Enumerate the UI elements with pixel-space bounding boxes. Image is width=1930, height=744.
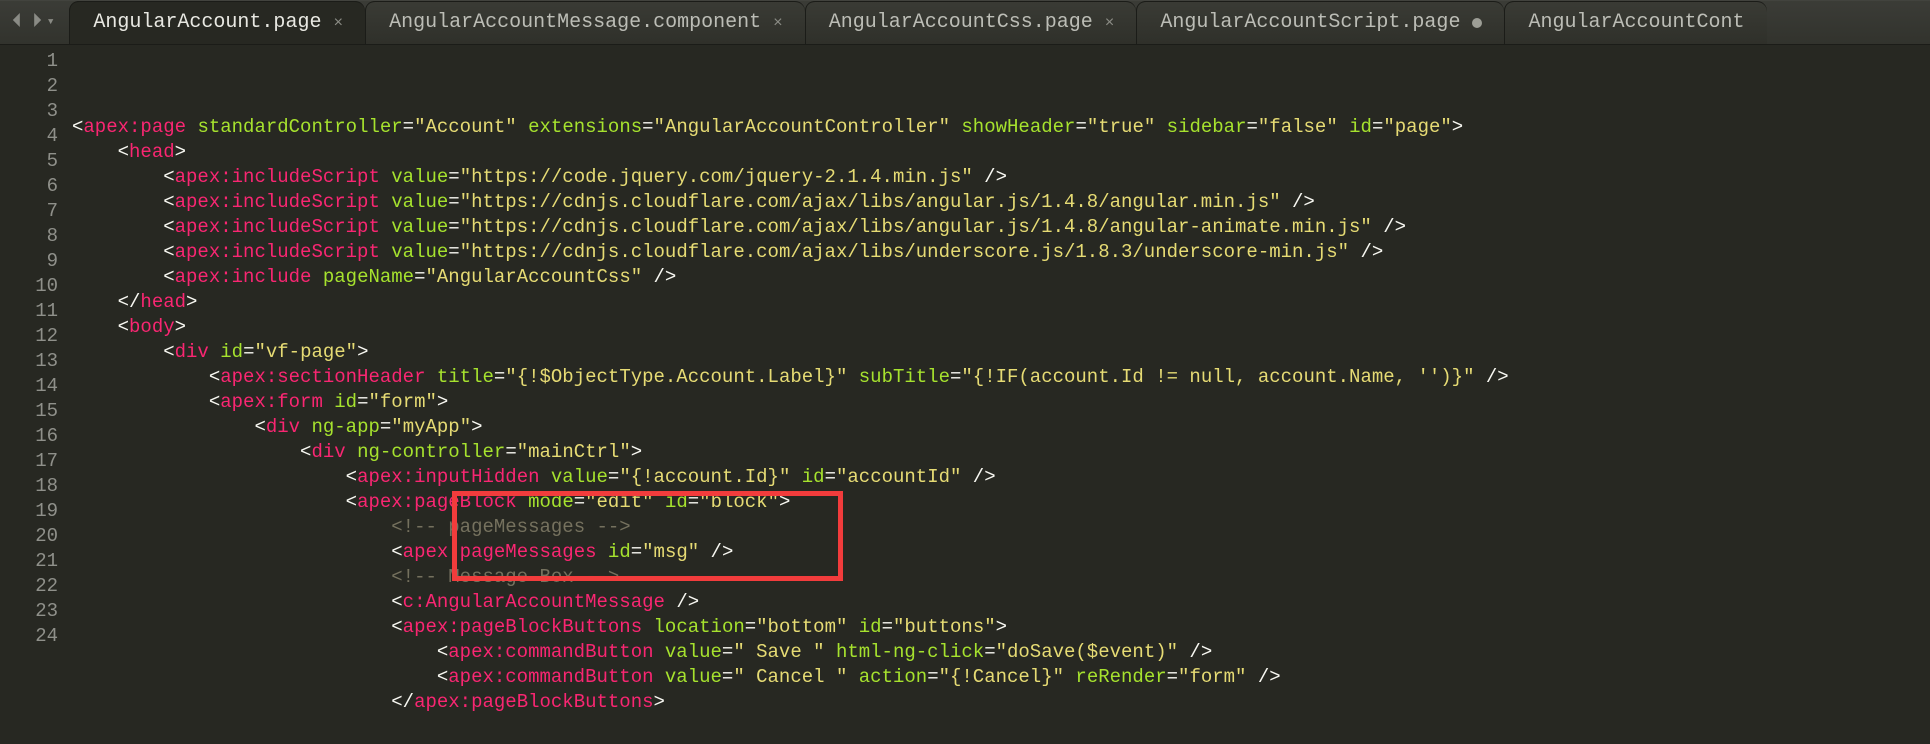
line-number: 20 — [0, 524, 58, 549]
line-number: 9 — [0, 249, 58, 274]
line-number: 24 — [0, 624, 58, 649]
history-nav: ▼ — [0, 0, 67, 44]
code-editor[interactable]: 123456789101112131415161718192021222324 … — [0, 45, 1930, 744]
close-icon[interactable]: × — [333, 14, 343, 32]
line-number-gutter: 123456789101112131415161718192021222324 — [0, 45, 72, 744]
line-number: 7 — [0, 199, 58, 224]
line-number: 16 — [0, 424, 58, 449]
line-number: 6 — [0, 174, 58, 199]
code-line: <div id="vf-page"> — [72, 340, 1930, 365]
line-number: 17 — [0, 449, 58, 474]
code-line: <!-- Message Box --> — [72, 565, 1930, 590]
tab-angular-account-css-page[interactable]: AngularAccountCss.page × — [805, 1, 1137, 44]
code-line: <apex:includeScript value="https://cdnjs… — [72, 190, 1930, 215]
line-number: 21 — [0, 549, 58, 574]
line-number: 13 — [0, 349, 58, 374]
dropdown-icon[interactable]: ▼ — [48, 17, 53, 27]
tab-label: AngularAccountCont — [1528, 11, 1744, 34]
tab-bar: ▼ AngularAccount.page × AngularAccountMe… — [0, 0, 1930, 45]
code-line: </apex:pageBlockButtons> — [72, 690, 1930, 715]
forward-icon[interactable] — [30, 11, 44, 33]
code-line: <apex:form id="form"> — [72, 390, 1930, 415]
code-line: <body> — [72, 315, 1930, 340]
tab-angular-account-script-page[interactable]: AngularAccountScript.page × — [1136, 1, 1504, 44]
line-number: 19 — [0, 499, 58, 524]
code-line: <apex:sectionHeader title="{!$ObjectType… — [72, 365, 1930, 390]
tabs: AngularAccount.page × AngularAccountMess… — [67, 0, 1766, 44]
line-number: 14 — [0, 374, 58, 399]
line-number: 11 — [0, 299, 58, 324]
tab-label: AngularAccount.page — [93, 11, 321, 34]
tab-label: AngularAccountCss.page — [829, 11, 1093, 34]
code-line: <apex:includeScript value="https://cdnjs… — [72, 240, 1930, 265]
code-line: <apex:pageBlock mode="edit" id="block"> — [72, 490, 1930, 515]
code-line: </head> — [72, 290, 1930, 315]
tab-angular-account-message-component[interactable]: AngularAccountMessage.component × — [365, 1, 805, 44]
code-line: <apex:include pageName="AngularAccountCs… — [72, 265, 1930, 290]
line-number: 15 — [0, 399, 58, 424]
code-line: <apex:commandButton value=" Save " html-… — [72, 640, 1930, 665]
close-icon[interactable]: × — [1105, 14, 1115, 32]
code-line: <apex:includeScript value="https://code.… — [72, 165, 1930, 190]
line-number: 4 — [0, 124, 58, 149]
line-number: 1 — [0, 49, 58, 74]
code-line: <apex:pageBlockButtons location="bottom"… — [72, 615, 1930, 640]
line-number: 12 — [0, 324, 58, 349]
code-line: <apex:pageMessages id="msg" /> — [72, 540, 1930, 565]
dirty-indicator-icon — [1472, 18, 1482, 28]
tab-label: AngularAccountScript.page — [1160, 11, 1460, 34]
tab-label: AngularAccountMessage.component — [389, 11, 761, 34]
back-icon[interactable] — [10, 11, 24, 33]
line-number: 2 — [0, 74, 58, 99]
line-number: 5 — [0, 149, 58, 174]
code-line: <head> — [72, 140, 1930, 165]
line-number: 22 — [0, 574, 58, 599]
code-line: <apex:includeScript value="https://cdnjs… — [72, 215, 1930, 240]
tab-angular-account-page[interactable]: AngularAccount.page × — [69, 1, 365, 44]
line-number: 23 — [0, 599, 58, 624]
tab-angular-account-cont[interactable]: AngularAccountCont — [1504, 1, 1766, 44]
code-line: <apex:inputHidden value="{!account.Id}" … — [72, 465, 1930, 490]
code-line: <apex:commandButton value=" Cancel " act… — [72, 665, 1930, 690]
code-line: <div ng-controller="mainCtrl"> — [72, 440, 1930, 465]
line-number: 8 — [0, 224, 58, 249]
line-number: 3 — [0, 99, 58, 124]
line-number: 18 — [0, 474, 58, 499]
close-icon[interactable]: × — [773, 14, 783, 32]
code-line: <!-- pageMessages --> — [72, 515, 1930, 540]
code-line: <c:AngularAccountMessage /> — [72, 590, 1930, 615]
code-area[interactable]: <apex:page standardController="Account" … — [72, 45, 1930, 744]
code-line: <apex:page standardController="Account" … — [72, 115, 1930, 140]
line-number: 10 — [0, 274, 58, 299]
code-line: <div ng-app="myApp"> — [72, 415, 1930, 440]
